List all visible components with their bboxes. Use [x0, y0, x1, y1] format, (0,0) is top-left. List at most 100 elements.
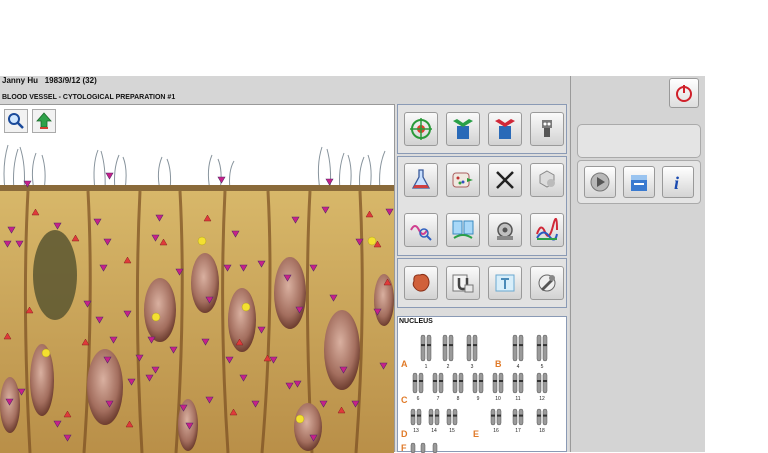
clipboard-icon	[495, 274, 515, 292]
robot-tool-icon	[542, 120, 552, 137]
chromosome-number: 5	[541, 364, 544, 370]
dots-scan-button[interactable]	[446, 163, 480, 197]
tissue-viewer[interactable]	[0, 104, 394, 453]
chromosome-pair	[536, 334, 548, 362]
cube-in-icon	[453, 119, 473, 139]
chromosome-number: 8	[457, 396, 460, 402]
zoom-tool-button[interactable]	[4, 109, 28, 133]
dots-scan-icon	[452, 172, 473, 188]
close-x-icon	[496, 171, 514, 189]
chromosome-pair	[536, 372, 548, 394]
close-button[interactable]	[488, 163, 522, 197]
karyotype-group-label: C	[401, 395, 408, 405]
app-window: Janny Hu 1983/9/12 (32) BLOOD VESSEL - C…	[0, 76, 705, 453]
action-group: i	[577, 160, 701, 204]
robot-tool-button[interactable]	[530, 112, 564, 146]
target-button[interactable]	[404, 112, 438, 146]
chromosome-pair	[410, 408, 422, 426]
chromosome-pair	[442, 334, 454, 362]
chromosome-number: 17	[515, 428, 521, 434]
molecule-icon	[539, 170, 555, 188]
chromosome-pair	[446, 408, 458, 426]
patient-dob: 1983/9/12 (32)	[44, 76, 97, 85]
chromosome-pair	[492, 372, 504, 394]
chromosome-number: 7	[437, 396, 440, 402]
chromosome-number: 11	[515, 396, 520, 402]
chromosome-number: 4	[517, 364, 520, 370]
chromosome-pair	[466, 334, 478, 362]
cube-out-button[interactable]	[488, 112, 522, 146]
view-title: BLOOD VESSEL - CYTOLOGICAL PREPARATION #…	[2, 94, 176, 101]
chromosome-number: 13	[413, 428, 419, 434]
chromosome-pair	[420, 334, 432, 362]
karyotype-group-label: E	[473, 429, 479, 439]
magnet-icon	[452, 274, 474, 293]
power-button[interactable]	[669, 78, 699, 108]
karyotype-group-label: D	[401, 429, 408, 439]
patient-info: Janny Hu 1983/9/12 (32)	[2, 76, 97, 86]
wrench-button[interactable]	[530, 266, 564, 300]
chromosome-number: 15	[449, 428, 455, 434]
chromosome-number: 3	[471, 364, 474, 370]
chromosome-pair	[490, 408, 502, 426]
tool-group-1	[397, 104, 567, 154]
status-display	[577, 124, 701, 158]
flask-button[interactable]	[404, 163, 438, 197]
chromosome-number: 6	[417, 396, 420, 402]
organ-button[interactable]	[404, 266, 438, 300]
compare-icon	[452, 220, 474, 239]
up-arrow-button[interactable]	[32, 109, 56, 133]
karyotype-group-label: A	[401, 359, 408, 369]
wave-zoom-icon	[410, 225, 432, 241]
gear-machine-button[interactable]	[488, 213, 522, 247]
wave-zoom-button[interactable]	[404, 213, 438, 247]
chromosome-number: 2	[447, 364, 450, 370]
gear-machine-icon	[497, 222, 513, 240]
chromosome-number: 9	[477, 396, 480, 402]
magnet-button[interactable]	[446, 266, 480, 300]
cube-out-icon	[495, 119, 515, 139]
up-arrow-icon	[36, 112, 52, 129]
nucleus-panel: NUCLEUS A 1 2 3 B 4 5 C 6 7 8 9 10 11 12 D 13 14 15 E 16 17 18…	[397, 316, 567, 453]
tool-palette: NUCLEUS A 1 2 3 B 4 5 C 6 7 8 9 10 11 12 D 13 14 15 E 16 17 18…	[394, 104, 569, 453]
chromosome-pair	[512, 372, 524, 394]
database-icon	[631, 175, 647, 191]
compare-button[interactable]	[446, 213, 480, 247]
nucleus-title: NUCLEUS	[399, 318, 433, 325]
wrench-icon	[538, 274, 556, 292]
chromosome-number: 18	[539, 428, 545, 434]
chromosome-pair	[428, 408, 440, 426]
info-icon: i	[674, 173, 679, 193]
info-button[interactable]: i	[662, 166, 694, 198]
chromosome-number: 14	[431, 428, 437, 434]
svg-text:i: i	[674, 173, 679, 193]
karyotype-group-label: B	[495, 359, 502, 369]
chromosome-pair	[472, 372, 484, 394]
play-button[interactable]	[584, 166, 616, 198]
chromosome-pair	[432, 372, 444, 394]
chromosome-pair	[536, 408, 548, 426]
zoom-magnifier-icon	[8, 113, 24, 129]
right-panel: i	[570, 76, 705, 452]
chromosome-number: 1	[425, 364, 428, 370]
chromosome-pair	[412, 372, 424, 394]
database-button[interactable]	[623, 166, 655, 198]
chromosome-pair	[452, 372, 464, 394]
tool-group-3	[397, 258, 567, 308]
chromosome-number: 10	[495, 396, 501, 402]
play-icon	[590, 172, 610, 192]
tissue-image[interactable]	[0, 105, 394, 453]
organ-icon	[412, 273, 430, 292]
flask-icon	[411, 169, 431, 189]
power-icon	[676, 85, 692, 102]
spectrum-button[interactable]	[530, 213, 564, 247]
tool-group-2	[397, 156, 567, 256]
spectrum-icon	[536, 218, 558, 241]
molecule-button[interactable]	[530, 163, 564, 197]
clipboard-button[interactable]	[488, 266, 522, 300]
target-icon	[410, 118, 432, 140]
chromosome-number: 12	[539, 396, 545, 402]
karyotype-chart: A 1 2 3 B 4 5C 6 7 8 9 10 11 12D 13 14 15 E 16 17 18F	[401, 334, 548, 453]
cube-in-button[interactable]	[446, 112, 480, 146]
chromosome-number: 16	[493, 428, 499, 434]
